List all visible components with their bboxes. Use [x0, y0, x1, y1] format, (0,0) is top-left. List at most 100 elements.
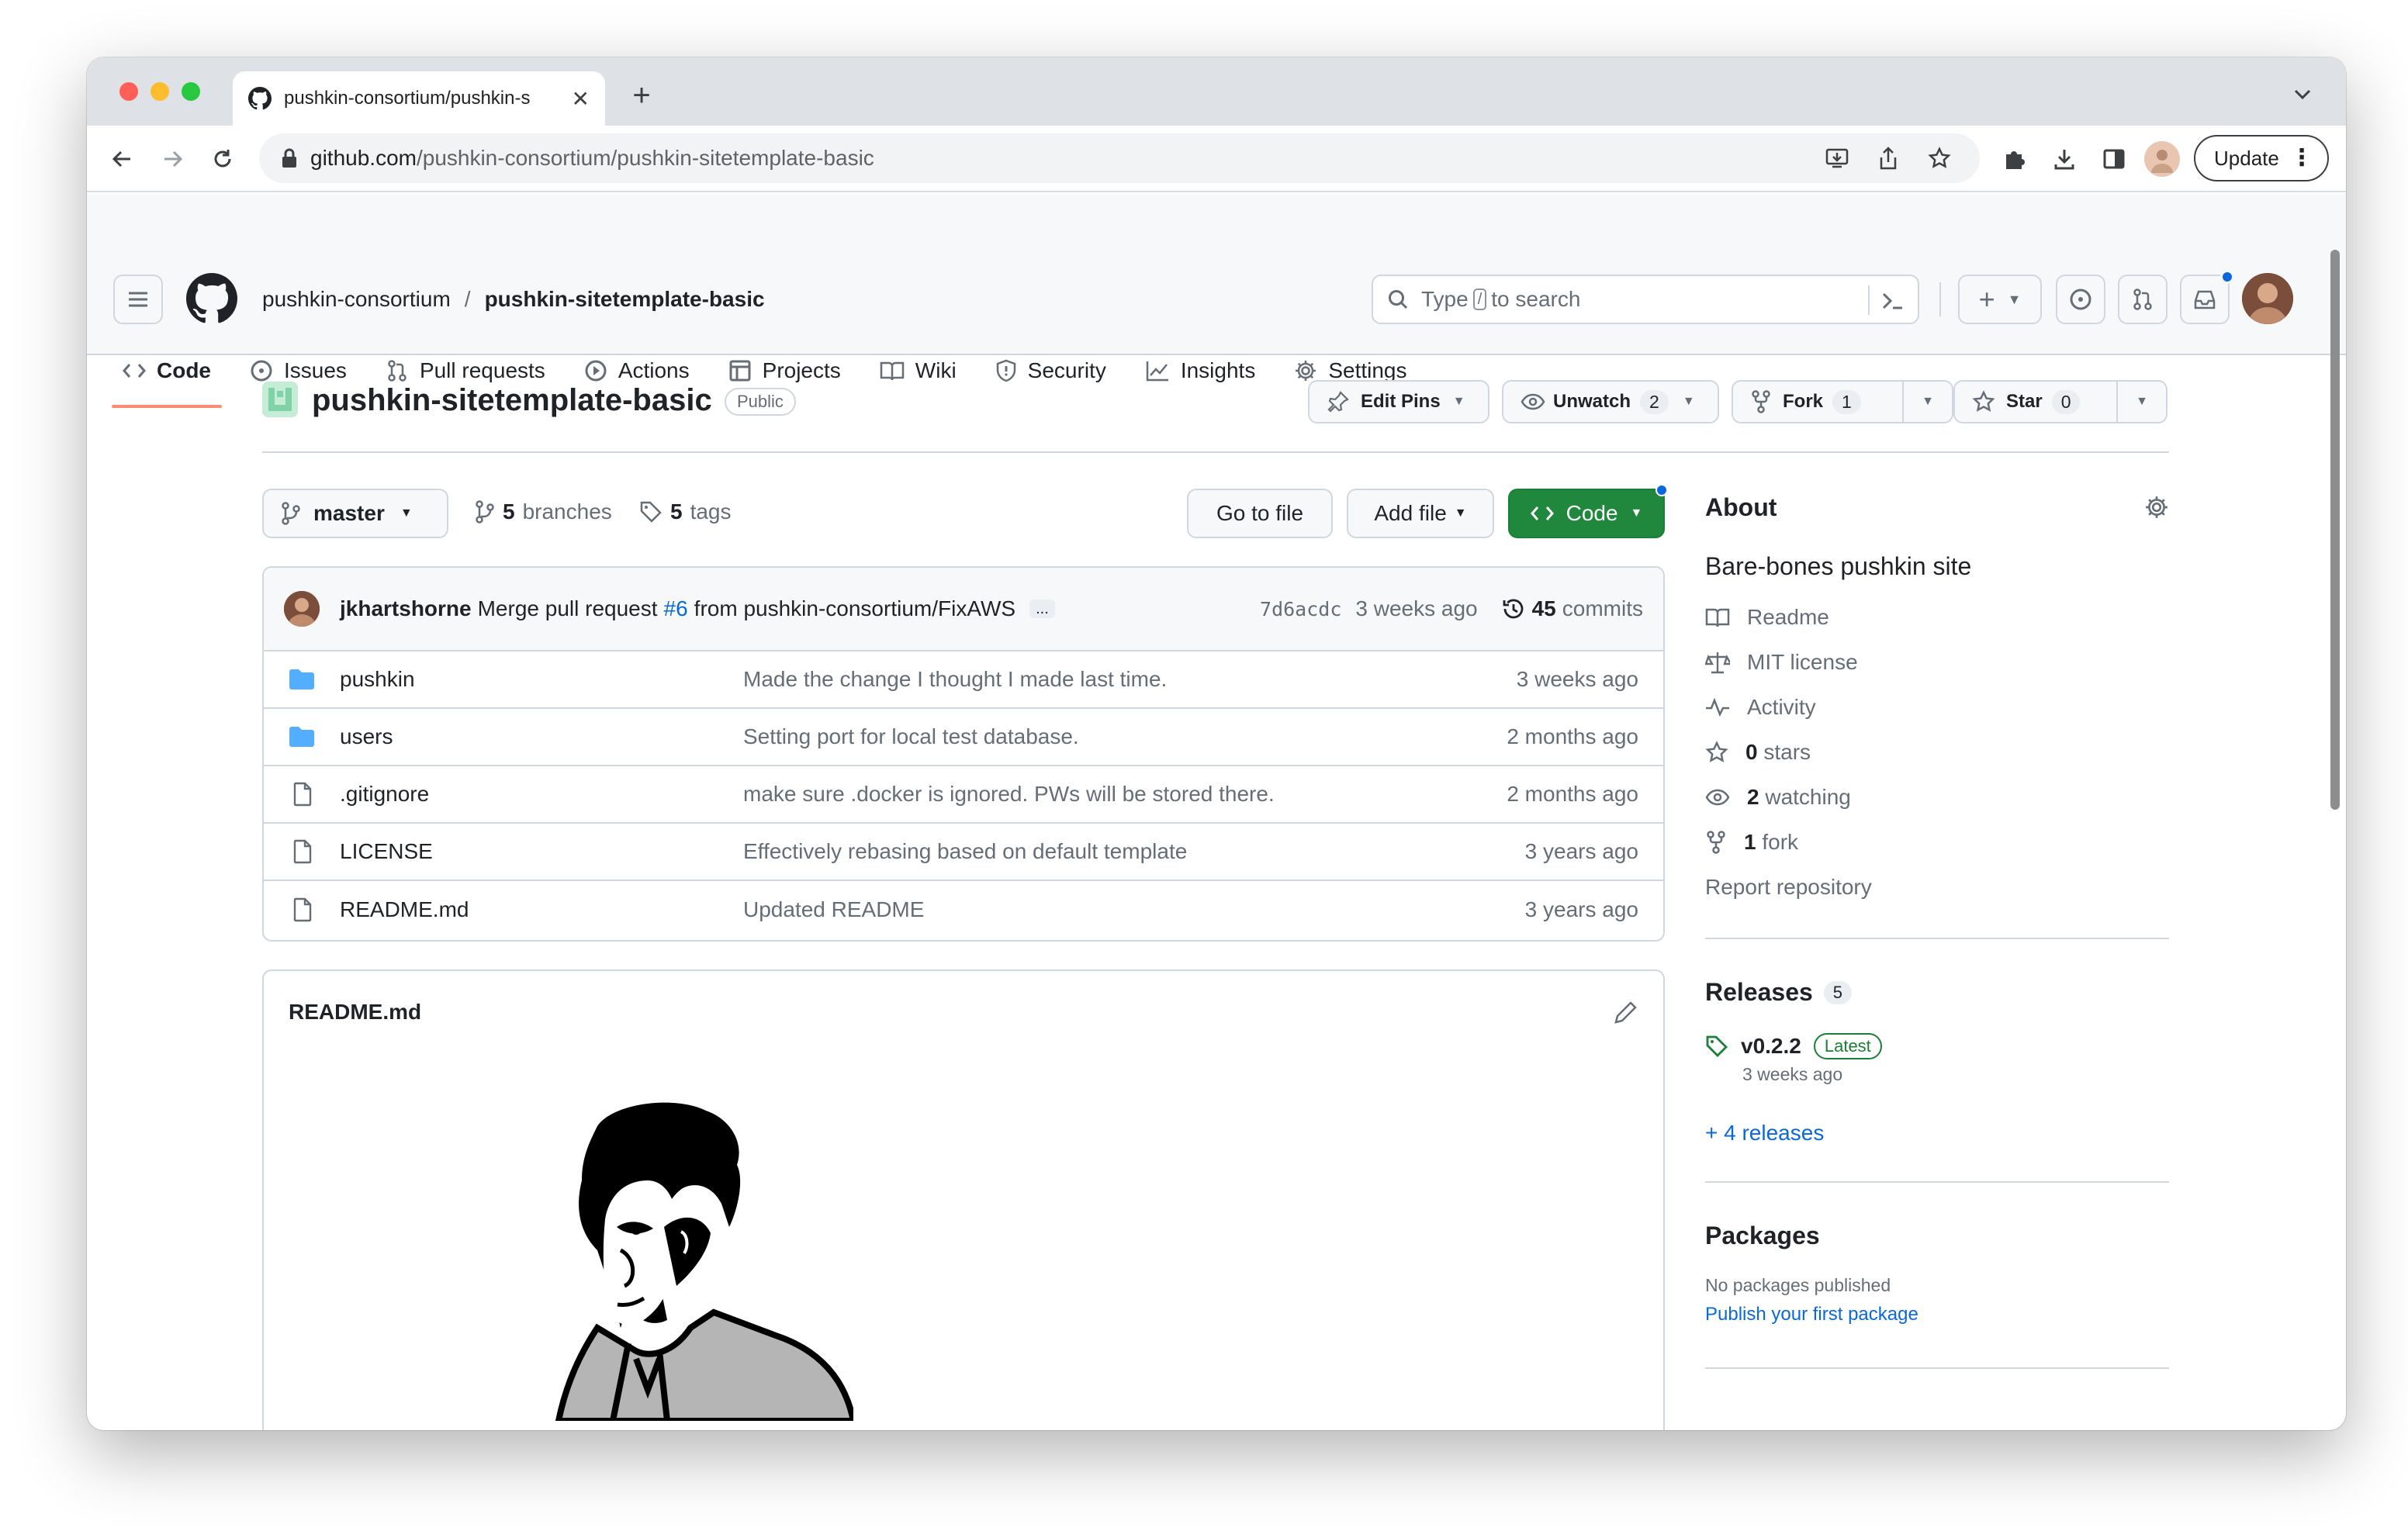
file-name[interactable]: pushkin [340, 667, 743, 692]
file-commit-message[interactable]: Made the change I thought I made last ti… [743, 667, 1517, 692]
add-file-button[interactable]: Add file ▼ [1347, 489, 1494, 538]
plus-icon: + [1978, 283, 1995, 315]
install-app-icon[interactable] [1823, 144, 1851, 172]
back-icon[interactable] [102, 140, 141, 178]
file-row[interactable]: LICENSE Effectively rebasing based on def… [264, 824, 1663, 881]
tab-wiki[interactable]: Wiki [880, 346, 957, 396]
edit-pins-label: Edit Pins [1361, 391, 1441, 412]
tab-code[interactable]: Code [112, 346, 222, 408]
commit-sha[interactable]: 7d6acdc [1260, 598, 1341, 620]
file-row[interactable]: users Setting port for local test databas… [264, 709, 1663, 766]
user-avatar[interactable] [2242, 273, 2293, 324]
repo-forked-icon [1752, 390, 1770, 413]
pull-requests-shortcut-button[interactable] [2118, 275, 2168, 324]
activity-link[interactable]: Activity [1705, 685, 2169, 730]
file-commit-message[interactable]: Updated README [743, 897, 1525, 922]
reload-icon[interactable] [203, 140, 242, 178]
fork-label: Fork [1783, 391, 1824, 412]
gear-icon[interactable] [2144, 495, 2169, 520]
edit-pins-button[interactable]: Edit Pins ▼ [1308, 380, 1489, 423]
publish-package-link[interactable]: Publish your first package [1705, 1304, 2169, 1325]
book-icon [880, 361, 905, 381]
star-button[interactable]: Star 0 [1953, 380, 2118, 423]
forward-icon[interactable] [154, 140, 192, 178]
scrollbar-thumb[interactable] [2330, 250, 2340, 810]
side-panel-icon[interactable] [2096, 141, 2132, 177]
eye-icon [1521, 393, 1545, 410]
stars-link[interactable]: 0 stars [1705, 730, 2169, 775]
file-row[interactable]: .gitignore make sure .docker is ignored. … [264, 766, 1663, 824]
inbox-button[interactable] [2180, 270, 2234, 324]
file-row[interactable]: pushkin Made the change I thought I made … [264, 651, 1663, 709]
latest-release[interactable]: v0.2.2 Latest [1705, 1033, 2169, 1059]
releases-header[interactable]: Releases 5 [1705, 978, 2169, 1007]
commits-count: 45 [1531, 596, 1556, 620]
tab-search-chevron-icon[interactable] [2287, 79, 2318, 110]
github-logo-icon[interactable] [186, 273, 237, 324]
star-lists-button[interactable]: ▼ [2116, 380, 2168, 423]
branches-link[interactable]: 5 branches [475, 499, 612, 524]
readme-link[interactable]: Readme [1705, 595, 2169, 640]
tags-link[interactable]: 5 tags [639, 499, 732, 524]
file-commit-message[interactable]: make sure .docker is ignored. PWs will b… [743, 782, 1507, 807]
minimize-window-button[interactable] [150, 82, 169, 101]
file-commit-message[interactable]: Setting port for local test database. [743, 724, 1507, 749]
inbox-icon [2194, 290, 2216, 309]
commits-history-link[interactable]: 45 commits [1501, 596, 1643, 621]
commits-label: commits [1562, 596, 1643, 620]
packages-heading[interactable]: Packages [1705, 1222, 2169, 1250]
close-window-button[interactable] [119, 82, 138, 101]
command-palette-icon[interactable] [1877, 285, 1908, 316]
address-bar[interactable]: github.com/pushkin-consortium/pushkin-si… [259, 133, 1980, 183]
more-releases-link[interactable]: + 4 releases [1705, 1121, 2169, 1146]
downloads-icon[interactable] [2046, 141, 2082, 177]
tab-insights[interactable]: Insights [1145, 346, 1255, 396]
file-name[interactable]: users [340, 724, 743, 749]
tab-security[interactable]: Security [995, 346, 1106, 396]
commit-author[interactable]: jkhartshorne [340, 596, 472, 621]
forks-link[interactable]: 1 fork [1705, 820, 2169, 865]
commit-pr-link[interactable]: #6 [664, 596, 688, 621]
profile-avatar[interactable] [2144, 141, 2180, 177]
watching-label: watching [1765, 785, 1851, 809]
zoom-window-button[interactable] [182, 82, 200, 101]
play-icon [585, 360, 607, 382]
file-row[interactable]: README.md Updated README 3 years ago [264, 881, 1663, 938]
code-button[interactable]: Code ▼ [1508, 484, 1668, 538]
close-tab-icon[interactable]: ✕ [572, 86, 590, 112]
commit-expand-button[interactable]: ... [1029, 600, 1055, 618]
license-link[interactable]: MIT license [1705, 640, 2169, 685]
fork-options-button[interactable]: ▼ [1902, 380, 1953, 423]
pencil-icon[interactable] [1614, 1000, 1638, 1025]
file-name[interactable]: README.md [340, 897, 743, 922]
file-name[interactable]: LICENSE [340, 839, 743, 864]
new-tab-icon[interactable]: + [622, 76, 661, 115]
commit-message-part[interactable]: from pushkin-consortium/FixAWS [694, 596, 1015, 621]
branch-select[interactable]: master ▼ [262, 489, 448, 538]
watching-link[interactable]: 2 watching [1705, 775, 2169, 820]
search-input[interactable]: Type / to search [1372, 275, 1919, 324]
repo-link[interactable]: pushkin-sitetemplate-basic [485, 287, 765, 312]
bookmark-star-icon[interactable] [1925, 144, 1953, 172]
extensions-puzzle-icon[interactable] [1997, 141, 2033, 177]
report-repository-link[interactable]: Report repository [1705, 865, 2169, 910]
issues-shortcut-button[interactable] [2056, 275, 2105, 324]
commit-message-part[interactable]: Merge pull request [478, 596, 658, 621]
owner-link[interactable]: pushkin-consortium [262, 287, 451, 312]
file-commit-message[interactable]: Effectively rebasing based on default te… [743, 839, 1525, 864]
commit-author-avatar[interactable] [284, 591, 320, 627]
share-icon[interactable] [1874, 144, 1902, 172]
repo-title[interactable]: pushkin-sitetemplate-basic [312, 383, 712, 417]
go-to-file-button[interactable]: Go to file [1187, 489, 1333, 538]
create-new-button[interactable]: + ▼ [1958, 275, 2042, 324]
browser-tab[interactable]: pushkin-consortium/pushkin-s ✕ [233, 71, 605, 126]
readme-title[interactable]: README.md [289, 1000, 421, 1025]
update-button[interactable]: Update ⋮ [2194, 135, 2329, 181]
scrollbar[interactable] [2327, 195, 2343, 1430]
url-host: github.com [310, 146, 417, 170]
caret-down-icon: ▼ [1922, 395, 1934, 408]
fork-button[interactable]: Fork 1 [1732, 380, 1904, 423]
hamburger-menu-button[interactable] [113, 275, 163, 324]
unwatch-button[interactable]: Unwatch 2 ▼ [1502, 380, 1719, 423]
file-name[interactable]: .gitignore [340, 782, 743, 807]
